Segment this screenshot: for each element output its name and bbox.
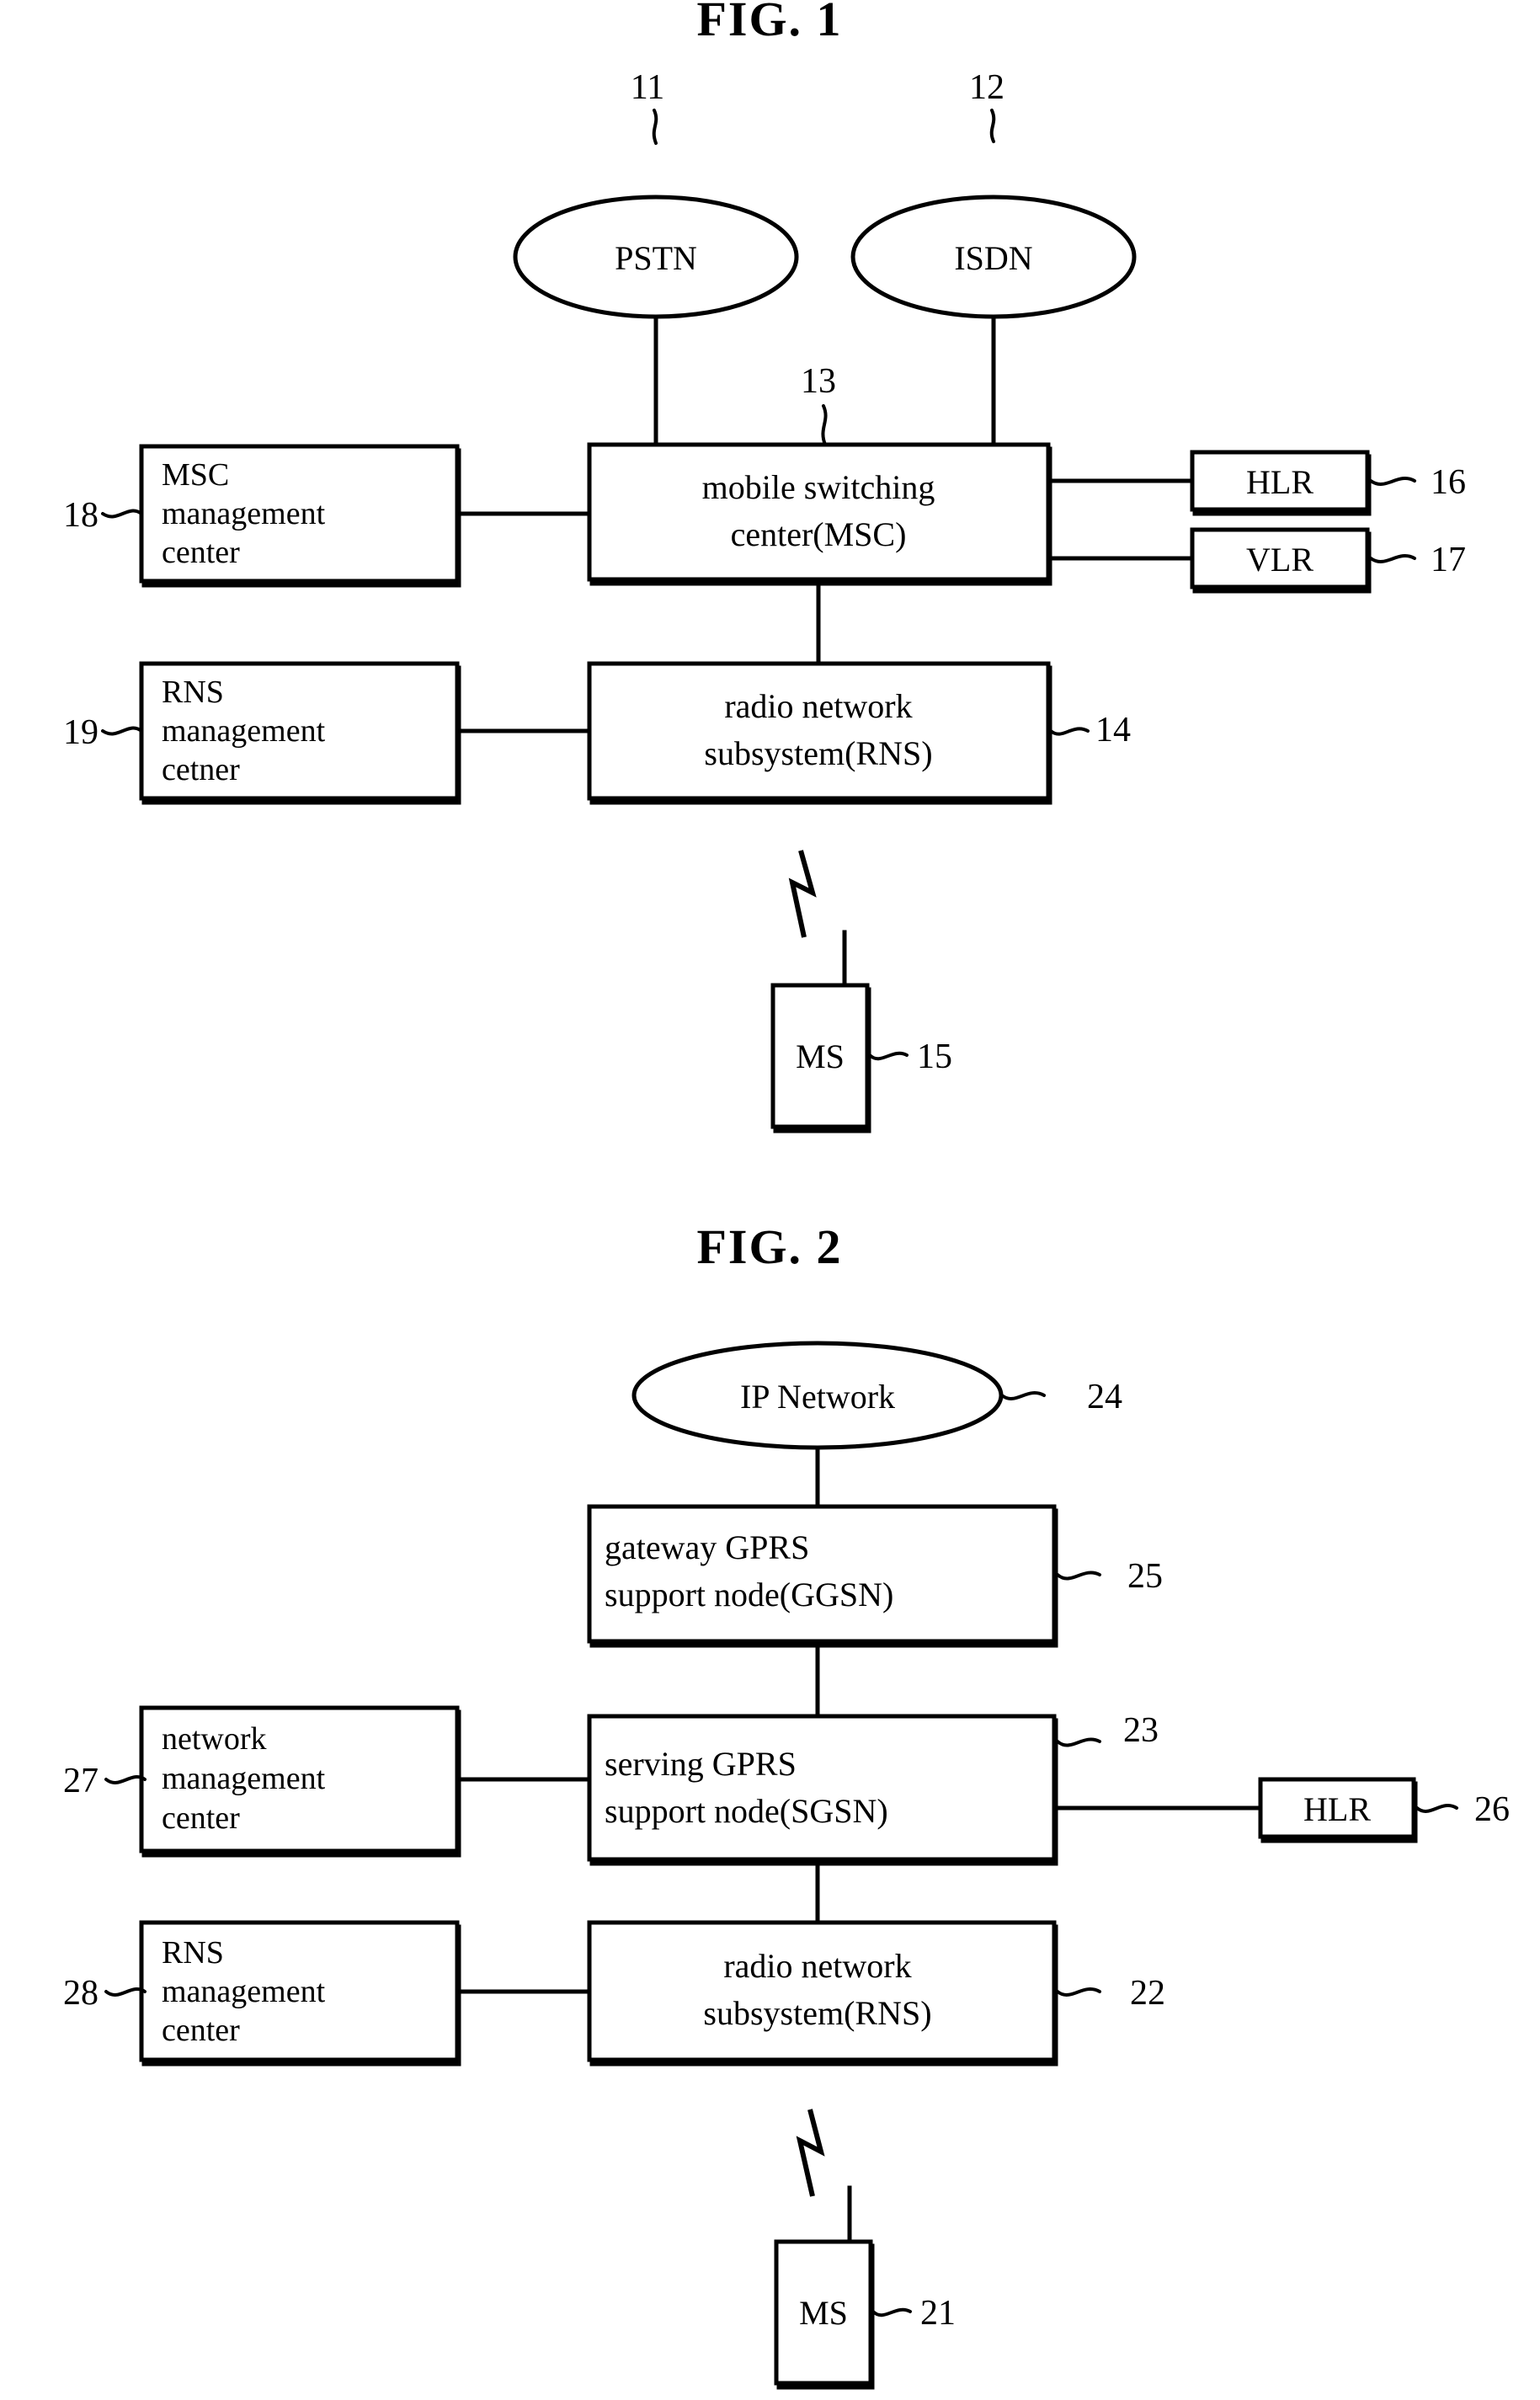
fig1-ref-19: 19 (63, 713, 99, 752)
fig1-leader-17 (1369, 554, 1416, 563)
fig2-ref-22: 22 (1130, 1974, 1165, 2013)
fig2-rns-mgmt-line3: center (162, 2013, 240, 2048)
fig1-isdn-label: ISDN (954, 239, 1032, 277)
fig2-ggsn-line2: support node(GGSN) (605, 1576, 893, 1613)
patent-drawing-sheet: FIG. 1 11 12 PSTN ISDN 13 mobile switchi… (0, 0, 1540, 2400)
fig1-rns-mgmt-line1: RNS (162, 675, 224, 710)
fig2-ref-21: 21 (920, 2294, 956, 2333)
fig2-ref-28: 28 (63, 1974, 99, 2013)
fig2-net-mgmt-line1: network (162, 1721, 267, 1757)
fig1-ref-14: 14 (1095, 711, 1131, 749)
figures-svg: FIG. 1 11 12 PSTN ISDN 13 mobile switchi… (63, 0, 1510, 2390)
fig2-rns-line1: radio network (723, 1947, 911, 1985)
fig2-leader-28 (104, 1987, 147, 1997)
fig1-ref-12: 12 (969, 68, 1004, 107)
fig1-ref-11: 11 (631, 68, 664, 107)
fig1-msc-mgmt-line1: MSC (162, 457, 229, 493)
fig1-rns-label-line2: subsystem(RNS) (704, 734, 932, 772)
fig2-rns-mgmt-line2: management (162, 1974, 326, 2009)
fig1-hlr-label: HLR (1246, 463, 1314, 501)
fig2-ref-23: 23 (1123, 1711, 1159, 1750)
fig2-ggsn-box (587, 1504, 1057, 1644)
fig2-net-mgmt-line3: center (162, 1800, 240, 1836)
fig2-rns-box (587, 1920, 1057, 2062)
fig1-msc-mgmt-line2: management (162, 496, 326, 531)
fig2-title: FIG. 2 (696, 1219, 842, 1274)
fig1-leader-12 (989, 109, 996, 143)
fig1-msc-mgmt-line3: center (162, 535, 240, 570)
fig2-leader-21 (871, 2307, 912, 2317)
fig1-leader-15 (868, 1051, 909, 1061)
fig1-ms-label: MS (796, 1037, 845, 1075)
fig2-ms-label: MS (799, 2294, 848, 2332)
fig1-radio-link-icon (788, 850, 817, 938)
fig1-title: FIG. 1 (696, 0, 842, 46)
fig1-ref-18: 18 (63, 496, 99, 535)
fig1-ref-13: 13 (801, 362, 836, 401)
fig2-net-mgmt-line2: management (162, 1761, 326, 1796)
fig1-ref-17: 17 (1431, 541, 1466, 579)
fig1-msc-box (587, 442, 1051, 582)
fig1-msc-label-line2: center(MSC) (731, 515, 907, 553)
fig1-rns-box (587, 661, 1051, 801)
fig2-leader-23 (1056, 1737, 1101, 1747)
fig2-ref-24: 24 (1087, 1378, 1122, 1416)
fig2-sgsn-line2: support node(SGSN) (605, 1792, 888, 1830)
fig2-ref-26: 26 (1474, 1790, 1510, 1829)
fig1-leader-11 (652, 109, 658, 145)
fig2-sgsn-line1: serving GPRS (605, 1745, 797, 1783)
fig2-leader-22 (1056, 1987, 1101, 1997)
fig1-leader-16 (1369, 477, 1416, 486)
fig2-leader-24 (1000, 1391, 1046, 1400)
fig1-vlr-label: VLR (1246, 541, 1314, 579)
fig1-leader-19 (101, 726, 143, 736)
fig2-rns-mgmt-line1: RNS (162, 1935, 224, 1971)
fig2-hlr-label: HLR (1303, 1790, 1371, 1828)
fig2-ref-25: 25 (1127, 1557, 1163, 1596)
fig2-sgsn-box (587, 1714, 1057, 1862)
fig2-ip-network-label: IP Network (740, 1378, 895, 1416)
fig1-ref-16: 16 (1431, 463, 1466, 502)
fig2-ref-27: 27 (63, 1762, 99, 1800)
fig2-radio-link-icon (796, 2109, 825, 2197)
fig1-rns-label-line1: radio network (724, 687, 912, 725)
fig2-ggsn-line1: gateway GPRS (605, 1528, 809, 1566)
fig1-pstn-label: PSTN (615, 239, 697, 277)
fig1-msc-label-line1: mobile switching (702, 468, 935, 506)
fig1-rns-mgmt-line2: management (162, 713, 326, 749)
fig2-leader-26 (1415, 1804, 1458, 1813)
fig1-leader-13 (821, 404, 828, 446)
fig2-leader-25 (1056, 1571, 1101, 1581)
fig2-leader-27 (104, 1775, 147, 1784)
fig2-rns-line2: subsystem(RNS) (703, 1994, 931, 2032)
fig1-leader-18 (101, 509, 143, 519)
fig1-rns-mgmt-line3: cetner (162, 752, 240, 787)
fig1-leader-14 (1049, 727, 1090, 736)
fig1-ref-15: 15 (917, 1037, 952, 1076)
